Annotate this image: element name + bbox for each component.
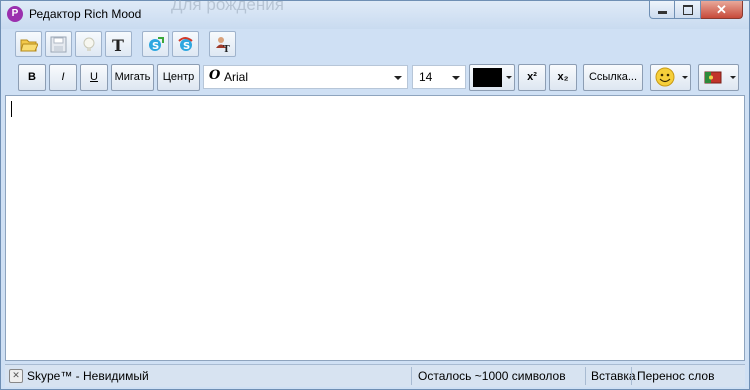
app-icon: P xyxy=(7,6,23,22)
font-size-value: 14 xyxy=(419,70,433,84)
text-color-picker[interactable] xyxy=(469,64,515,91)
lightbulb-icon xyxy=(83,37,95,51)
flag-icon xyxy=(704,71,722,84)
subscript-button[interactable]: x₂ xyxy=(549,64,577,91)
status-divider xyxy=(585,367,586,385)
window-title: Редактор Rich Mood xyxy=(29,7,142,21)
text-caret xyxy=(11,101,12,117)
chevron-down-icon xyxy=(730,76,736,79)
bold-button[interactable]: B xyxy=(18,64,46,91)
skype-mood-button[interactable]: S xyxy=(172,31,199,57)
center-button[interactable]: Центр xyxy=(157,64,200,91)
maximize-icon xyxy=(683,5,693,15)
status-divider xyxy=(631,367,632,385)
font-size-select[interactable]: 14 xyxy=(412,65,466,89)
title-bar[interactable]: P Для рождения Редактор Rich Mood ✕ xyxy=(1,0,749,29)
save-button[interactable] xyxy=(45,31,72,57)
superscript-button[interactable]: x² xyxy=(518,64,546,91)
insert-mode: Вставка xyxy=(591,369,636,383)
italic-button[interactable]: I xyxy=(49,64,77,91)
background-window-title: Для рождения xyxy=(171,0,284,14)
skype-status-icon[interactable]: ✕ xyxy=(9,369,23,383)
minimize-icon xyxy=(658,11,667,14)
svg-text:S: S xyxy=(152,41,159,52)
svg-text:S: S xyxy=(183,41,190,52)
minimize-button[interactable] xyxy=(649,1,675,19)
close-icon: ✕ xyxy=(716,2,727,17)
chevron-down-icon xyxy=(682,76,688,79)
font-name: Arial xyxy=(224,70,249,84)
chars-remaining: Осталось ~1000 символов xyxy=(418,369,566,383)
smiley-icon xyxy=(655,67,675,87)
word-wrap-status: Перенос слов xyxy=(637,369,715,383)
skype-insert-icon: S xyxy=(149,37,164,52)
status-bar: ✕ Skype™ - Невидимый Осталось ~1000 симв… xyxy=(5,364,745,387)
skype-insert-button[interactable]: S xyxy=(142,31,169,57)
link-button[interactable]: Ссылка... xyxy=(583,64,643,91)
chevron-down-icon xyxy=(452,76,460,80)
emoticon-picker[interactable] xyxy=(650,64,691,91)
open-folder-icon xyxy=(20,39,38,52)
main-toolbar: T S S T xyxy=(15,31,236,59)
status-divider xyxy=(411,367,412,385)
close-button[interactable]: ✕ xyxy=(701,1,743,19)
font-select[interactable]: O Arial xyxy=(203,65,408,89)
rich-text-editor[interactable] xyxy=(5,95,745,361)
color-swatch xyxy=(473,68,502,87)
chevron-down-icon xyxy=(506,76,512,79)
open-button[interactable] xyxy=(15,31,42,57)
blink-button[interactable]: Мигать xyxy=(111,64,154,91)
text-format-button[interactable]: T xyxy=(105,31,132,57)
opentype-font-icon: O xyxy=(209,68,221,83)
window-controls: ✕ xyxy=(649,1,743,20)
skype-mood-icon: S xyxy=(178,37,193,52)
svg-text:T: T xyxy=(223,45,230,53)
svg-text:T: T xyxy=(112,36,124,53)
skype-status-text: Skype™ - Невидимый xyxy=(27,369,149,383)
underline-button[interactable]: U xyxy=(80,64,108,91)
maximize-button[interactable] xyxy=(675,1,701,19)
flag-picker[interactable] xyxy=(698,64,739,91)
user-text-icon: T xyxy=(216,37,230,53)
chevron-down-icon xyxy=(394,76,402,80)
hint-button[interactable] xyxy=(75,31,102,57)
user-text-button[interactable]: T xyxy=(209,31,236,57)
rich-mood-editor-window: P Для рождения Редактор Rich Mood ✕ T S … xyxy=(0,0,750,390)
save-icon xyxy=(50,36,67,53)
text-format-icon: T xyxy=(112,36,124,53)
